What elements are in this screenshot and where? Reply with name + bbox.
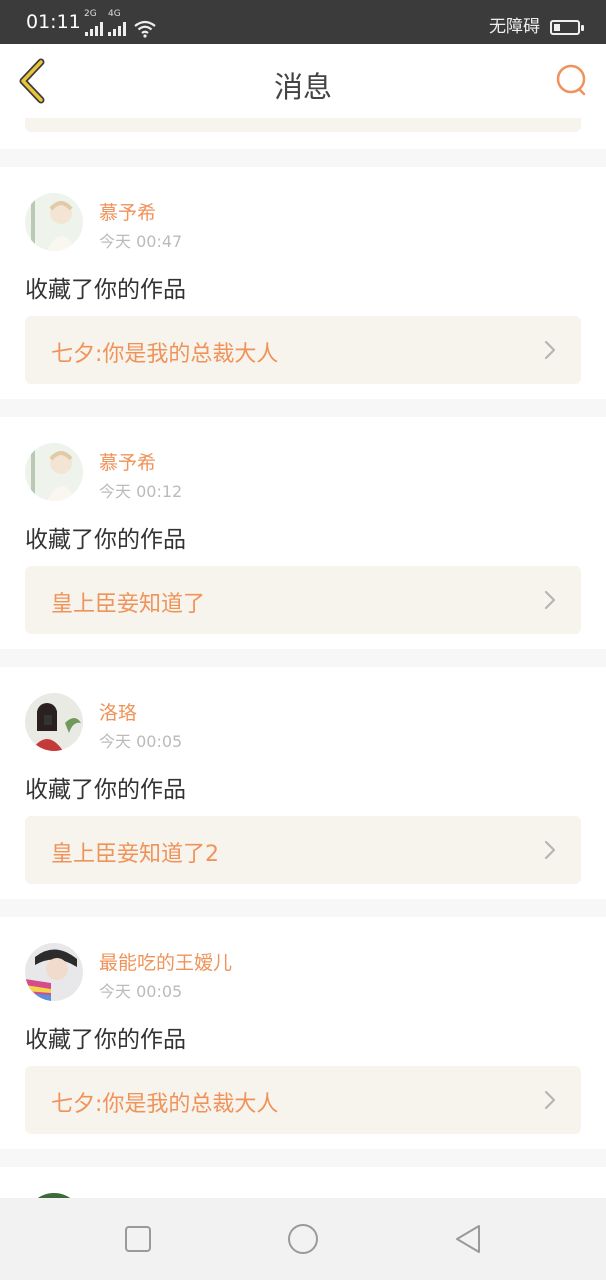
action-text: 收藏了你的作品 [25, 277, 186, 303]
top-bar: 消息 [0, 44, 606, 119]
previous-card-partial [0, 118, 606, 149]
search-icon[interactable] [554, 62, 590, 98]
battery-icon [550, 20, 584, 35]
message-card: 最能吃的王嫒儿 今天 00:05 收藏了你的作品 七夕:你是我的总裁大人 [0, 917, 606, 1149]
work-title: 皇上臣妾知道了 [51, 592, 206, 617]
work-link[interactable]: 七夕:你是我的总裁大人 [25, 1066, 581, 1134]
work-link[interactable]: 皇上臣妾知道了 [25, 566, 581, 634]
username[interactable]: 最能吃的王嫒儿 [99, 948, 232, 975]
chevron-right-icon [544, 840, 556, 860]
message-card: 洛珞 今天 00:05 收藏了你的作品 皇上臣妾知道了2 [0, 667, 606, 899]
signal-4g-label: 4G [108, 9, 121, 19]
page-title: 消息 [273, 70, 332, 104]
work-link[interactable]: 皇上臣妾知道了2 [25, 816, 581, 884]
username[interactable]: 慕予希 [99, 198, 156, 225]
action-text: 收藏了你的作品 [25, 1027, 186, 1053]
chevron-right-icon [544, 340, 556, 360]
timestamp: 今天 00:05 [99, 732, 183, 751]
system-nav-bar [0, 1198, 606, 1280]
accessibility-label: 无障碍 [489, 17, 540, 37]
username[interactable]: 慕予希 [99, 448, 156, 475]
username[interactable]: 洛珞 [99, 698, 137, 725]
message-card: 慕予希 今天 00:47 收藏了你的作品 七夕:你是我的总裁大人 [0, 167, 606, 399]
recent-apps-icon[interactable] [121, 1222, 155, 1256]
message-list: 慕予希 今天 00:47 收藏了你的作品 七夕:你是我的总裁大人 慕予希 今天 … [0, 118, 606, 1251]
chevron-right-icon [544, 590, 556, 610]
wifi-icon [134, 20, 156, 38]
timestamp: 今天 00:12 [99, 482, 183, 501]
message-card: 慕予希 今天 00:12 收藏了你的作品 皇上臣妾知道了 [0, 417, 606, 649]
signal-icon [108, 22, 126, 36]
avatar[interactable] [25, 443, 83, 501]
home-icon[interactable] [286, 1222, 320, 1256]
avatar[interactable] [25, 943, 83, 1001]
status-time: 01:11 [26, 11, 81, 33]
work-title: 七夕:你是我的总裁大人 [51, 1092, 279, 1117]
timestamp: 今天 00:47 [99, 232, 183, 251]
status-bar: 01:11 2G 4G 无障碍 [0, 0, 606, 44]
avatar[interactable] [25, 693, 83, 751]
timestamp: 今天 00:05 [99, 982, 183, 1001]
work-title: 皇上臣妾知道了2 [51, 842, 219, 867]
action-text: 收藏了你的作品 [25, 777, 186, 803]
previous-work-link[interactable] [25, 118, 581, 132]
signal-2g-label: 2G [84, 9, 97, 19]
work-title: 七夕:你是我的总裁大人 [51, 342, 279, 367]
avatar[interactable] [25, 193, 83, 251]
work-link[interactable]: 七夕:你是我的总裁大人 [25, 316, 581, 384]
back-triangle-icon[interactable] [451, 1222, 485, 1256]
signal-icon [85, 22, 103, 36]
action-text: 收藏了你的作品 [25, 527, 186, 553]
chevron-right-icon [544, 1090, 556, 1110]
